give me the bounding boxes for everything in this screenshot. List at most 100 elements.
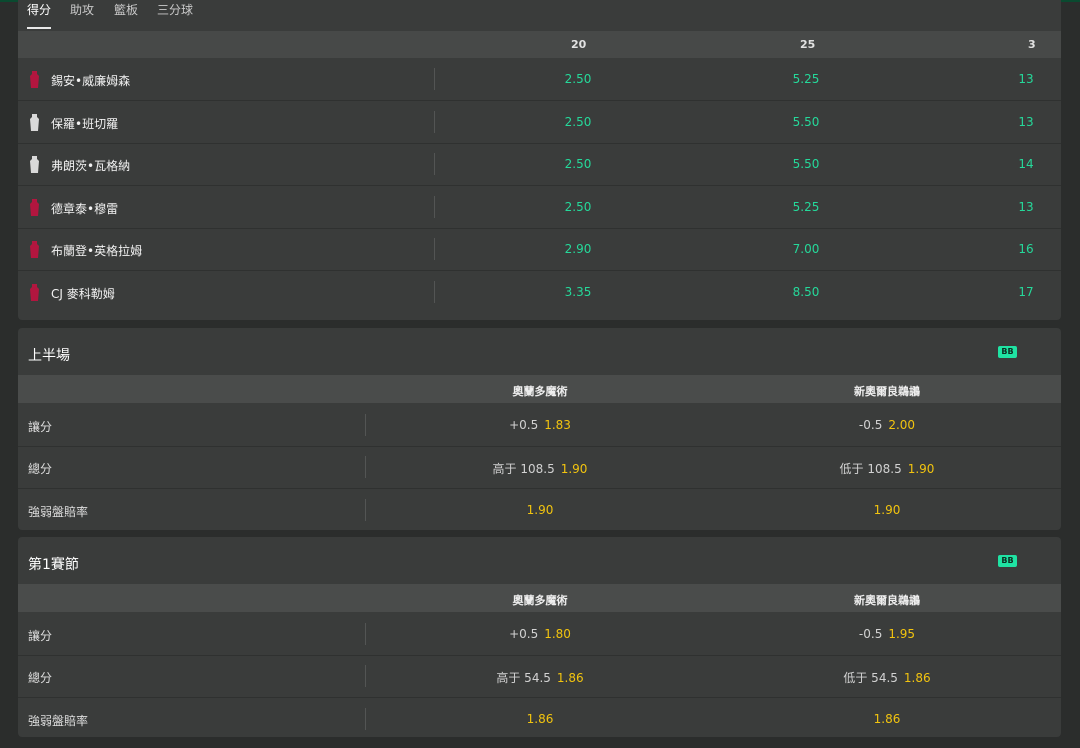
market-row: 強弱盤賠率 1.90 1.90	[18, 489, 1061, 530]
jersey-icon	[30, 198, 39, 216]
market-row: 讓分 +0.5 1.80 -0.5 1.95	[18, 613, 1061, 656]
home-line: +0.5	[509, 627, 539, 641]
away-odds-button[interactable]: 1.90	[874, 503, 901, 517]
stat-tabs: 得分 助攻 籃板 三分球	[18, 0, 1061, 30]
player-odds-button[interactable]: 2.90	[565, 242, 592, 256]
home-price: 1.80	[544, 627, 571, 641]
row-divider	[365, 498, 366, 521]
player-odds-button[interactable]: 5.25	[793, 200, 820, 214]
player-odds-button[interactable]: 5.50	[793, 115, 820, 129]
tab-assists[interactable]: 助攻	[70, 1, 94, 18]
player-row: 德章泰•穆雷 2.50 5.25 13	[18, 186, 1061, 229]
row-divider	[434, 68, 435, 90]
team-home-name: 奧蘭多魔術	[512, 594, 568, 607]
team-away-name: 新奧爾良鵜鶘	[854, 594, 920, 607]
player-odds-button[interactable]: 2.50	[565, 115, 592, 129]
tab-threes[interactable]: 三分球	[157, 1, 193, 18]
player-odds-button[interactable]: 13	[1018, 72, 1033, 86]
player-odds-button[interactable]: 17	[1018, 285, 1033, 299]
row-divider	[365, 665, 366, 688]
market-panel-first-half: 上半場 BB 奧蘭多魔術 新奧爾良鵜鶘 讓分 +0.5 1.83 -0.5 2.00 總分…	[18, 328, 1061, 530]
market-row-label: 讓分	[28, 629, 53, 643]
market-panel-first-quarter: 第1賽節 BB 奧蘭多魔術 新奧爾良鵜鶘 讓分 +0.5 1.80 -0.5 1.95 總…	[18, 537, 1061, 737]
home-odds-button[interactable]: 高于 54.5 1.86	[496, 669, 583, 686]
away-price: 2.00	[888, 418, 916, 432]
home-line: +0.5	[509, 418, 539, 432]
player-row: 布蘭登•英格拉姆 2.90 7.00 16	[18, 228, 1061, 271]
player-odds-button[interactable]: 8.50	[793, 285, 820, 299]
home-odds-button[interactable]: 1.90	[527, 503, 554, 517]
away-odds-button[interactable]: 1.86	[874, 712, 901, 726]
bet-builder-badge[interactable]: BB	[998, 555, 1017, 567]
player-row: 弗朗茨•瓦格納 2.50 5.50 14	[18, 143, 1061, 186]
bet-builder-badge[interactable]: BB	[998, 346, 1017, 358]
market-header: 奧蘭多魔術 新奧爾良鵜鶘	[18, 375, 1061, 403]
row-divider	[365, 456, 366, 479]
away-odds-button[interactable]: -0.5 1.95	[859, 627, 915, 641]
market-row: 總分 高于 54.5 1.86 低于 54.5 1.86	[18, 655, 1061, 699]
home-price: 1.90	[526, 502, 554, 517]
home-odds-button[interactable]: 1.86	[527, 712, 554, 726]
row-divider	[365, 414, 366, 436]
home-odds-button[interactable]: +0.5 1.80	[509, 627, 571, 641]
player-odds-button[interactable]: 3.35	[565, 285, 592, 299]
home-odds-button[interactable]: +0.5 1.83	[509, 418, 571, 432]
market-row: 讓分 +0.5 1.83 -0.5 2.00	[18, 404, 1061, 447]
tab-points[interactable]: 得分	[27, 1, 51, 18]
player-odds-button[interactable]: 2.50	[565, 157, 592, 171]
home-price: 1.83	[544, 418, 571, 432]
column-header-25: 25	[800, 38, 816, 51]
player-name: CJ 麥科勒姆	[51, 286, 115, 301]
row-divider	[365, 623, 366, 645]
away-price: 1.95	[888, 627, 916, 641]
jersey-icon	[30, 113, 39, 131]
home-price: 1.86	[556, 671, 584, 686]
market-row: 總分 高于 108.5 1.90 低于 108.5 1.90	[18, 446, 1061, 490]
player-odds-button[interactable]: 13	[1018, 115, 1033, 129]
player-odds-button[interactable]: 7.00	[793, 242, 820, 256]
home-line: 高于 54.5	[496, 671, 551, 686]
market-row-label: 讓分	[28, 420, 53, 434]
row-divider	[365, 707, 366, 730]
away-price: 1.90	[907, 462, 935, 477]
jersey-icon	[30, 71, 39, 88]
market-row-label: 強弱盤賠率	[28, 713, 89, 728]
away-odds-button[interactable]: 低于 54.5 1.86	[843, 669, 930, 686]
player-name: 德章泰•穆雷	[51, 201, 119, 216]
away-odds-button[interactable]: -0.5 2.00	[859, 418, 915, 432]
player-odds-button[interactable]: 13	[1018, 200, 1033, 214]
market-title: 上半場	[28, 348, 70, 364]
team-home-name: 奧蘭多魔術	[512, 385, 568, 398]
player-row: CJ 麥科勒姆 3.35 8.50 17	[18, 271, 1061, 313]
row-divider	[434, 153, 435, 175]
away-line: 低于 54.5	[843, 671, 898, 686]
away-odds-button[interactable]: 低于 108.5 1.90	[840, 460, 935, 477]
market-row-label: 總分	[28, 671, 53, 686]
row-divider	[434, 280, 435, 303]
player-odds-button[interactable]: 2.50	[565, 72, 592, 86]
player-name: 弗朗茨•瓦格納	[51, 159, 131, 173]
player-odds-button[interactable]: 5.25	[793, 72, 820, 86]
away-price: 1.90	[873, 502, 901, 517]
jersey-icon	[30, 156, 39, 173]
player-name: 保羅•班切羅	[51, 116, 119, 131]
active-tab-indicator	[27, 27, 51, 29]
player-odds-button[interactable]: 14	[1018, 157, 1033, 171]
player-row: 錫安•威廉姆森 2.50 5.25 13	[18, 58, 1061, 101]
player-row: 保羅•班切羅 2.50 5.50 13	[18, 101, 1061, 144]
player-props-panel: 得分 助攻 籃板 三分球 20 25 3 錫安•威廉姆森 2.50 5.25 13 保羅…	[18, 0, 1061, 320]
market-title: 第1賽節	[28, 557, 79, 573]
away-price: 1.86	[903, 671, 931, 686]
market-row-label: 總分	[28, 462, 53, 477]
row-divider	[434, 110, 435, 133]
market-row-label: 強弱盤賠率	[28, 504, 89, 519]
player-odds-button[interactable]: 5.50	[793, 157, 820, 171]
player-odds-button[interactable]: 2.50	[565, 200, 592, 214]
tab-rebounds[interactable]: 籃板	[114, 1, 138, 18]
home-odds-button[interactable]: 高于 108.5 1.90	[493, 460, 588, 477]
player-odds-button[interactable]: 16	[1018, 242, 1033, 256]
away-line: -0.5	[858, 627, 883, 641]
column-header-20: 20	[571, 38, 587, 51]
away-price: 1.86	[873, 711, 901, 726]
market-row: 強弱盤賠率 1.86 1.86	[18, 698, 1061, 737]
